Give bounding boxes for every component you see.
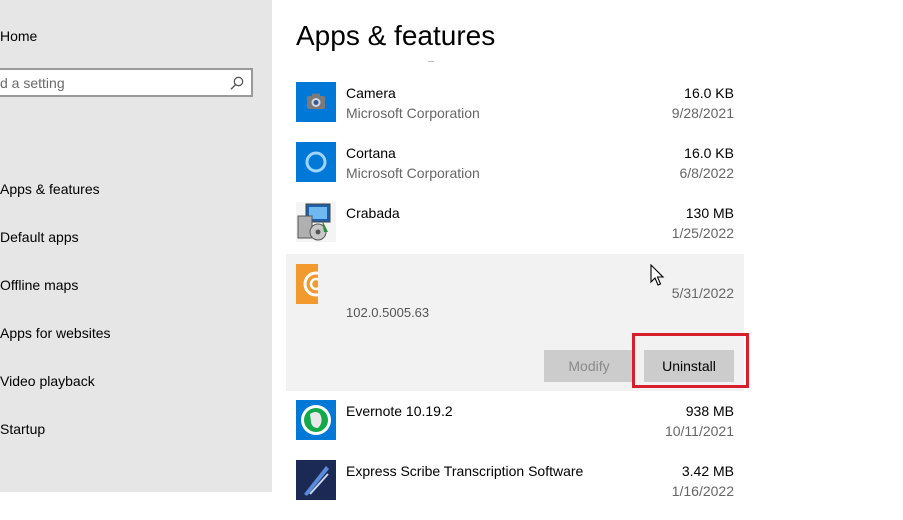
app-list-item-evernote[interactable]: Evernote 10.19.2 938 MB 10/11/2021 — [286, 400, 744, 460]
app-size: 938 MB — [685, 403, 734, 419]
sidebar-item-apps-features[interactable]: Apps & features — [0, 181, 100, 197]
app-name: Cortana — [346, 145, 396, 161]
evernote-icon — [296, 400, 336, 440]
app-list-item-cortana[interactable]: Cortana Microsoft Corporation 16.0 KB 6/… — [286, 142, 744, 202]
sidebar-home-link[interactable]: Home — [0, 28, 37, 44]
sidebar-item-video-playback[interactable]: Video playback — [0, 373, 95, 389]
app-date: 1/16/2022 — [671, 483, 734, 499]
app-name: Camera — [346, 85, 396, 101]
app-date: 6/8/2022 — [679, 165, 735, 181]
express-scribe-icon — [296, 460, 336, 500]
installer-icon — [296, 202, 336, 242]
app-size: 16.0 KB — [684, 85, 734, 101]
sidebar-item-apps-for-websites[interactable]: Apps for websites — [0, 325, 111, 341]
app-date: 10/11/2021 — [664, 423, 734, 439]
modify-button[interactable]: Modify — [544, 350, 634, 382]
search-icon[interactable] — [229, 75, 245, 91]
app-publisher: Microsoft Corporation — [346, 165, 480, 181]
page-title: Apps & features — [296, 20, 496, 51]
app-size: 16.0 KB — [684, 145, 734, 161]
list-top-divider — [428, 58, 434, 62]
orange-app-icon — [296, 264, 318, 304]
mouse-cursor-icon — [650, 264, 665, 286]
sidebar-item-startup[interactable]: Startup — [0, 421, 45, 437]
app-list-item-camera[interactable]: Camera Microsoft Corporation 16.0 KB 9/2… — [286, 82, 744, 142]
app-name: Crabada — [346, 205, 400, 221]
sidebar-item-default-apps[interactable]: Default apps — [0, 229, 79, 245]
uninstall-highlight-box — [632, 333, 749, 388]
cortana-icon — [296, 142, 336, 182]
app-list-item-crabada[interactable]: Crabada 130 MB 1/25/2022 — [286, 202, 744, 262]
camera-icon — [296, 82, 336, 122]
app-size: 3.42 MB — [681, 463, 734, 479]
settings-search-box[interactable] — [0, 68, 253, 97]
app-list-item-express-scribe[interactable]: Express Scribe Transcription Software 3.… — [286, 460, 744, 520]
settings-sidebar: Home Apps & features Default apps Offlin… — [0, 0, 272, 492]
settings-search-input[interactable] — [0, 70, 220, 95]
main-content: Apps & features Camera Microsoft Corpora… — [272, 0, 903, 500]
app-size: 130 MB — [685, 205, 734, 221]
app-publisher: Microsoft Corporation — [346, 105, 480, 121]
app-date: 9/28/2021 — [671, 105, 734, 121]
app-date: 1/25/2022 — [671, 225, 734, 241]
app-version: 102.0.5005.63 — [346, 305, 430, 320]
app-name: Express Scribe Transcription Software — [346, 463, 584, 479]
sidebar-item-offline-maps[interactable]: Offline maps — [0, 277, 78, 293]
app-date: 5/31/2022 — [671, 285, 734, 301]
app-name: Evernote 10.19.2 — [346, 403, 453, 419]
